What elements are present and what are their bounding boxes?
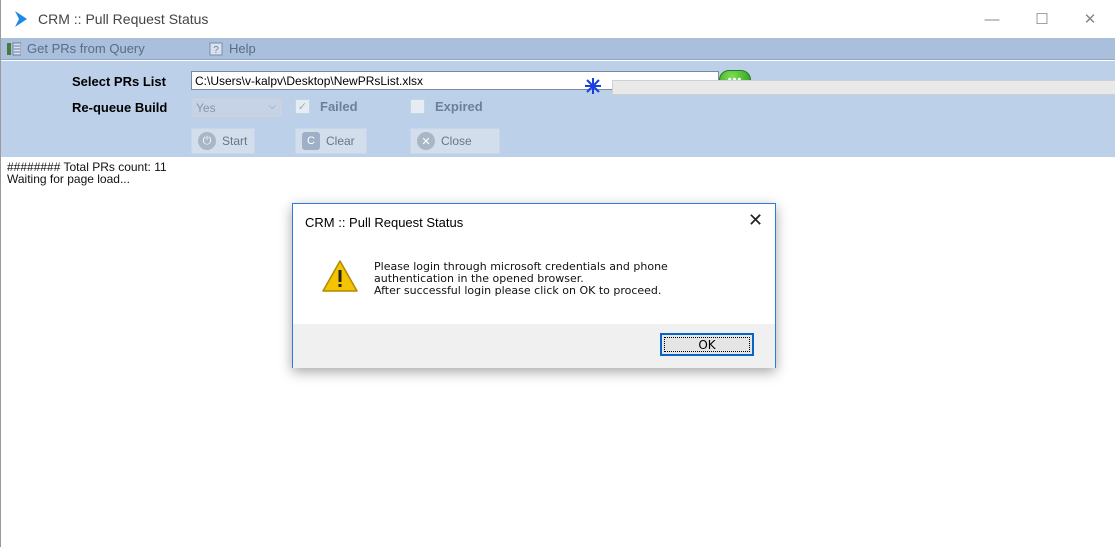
close-window-button[interactable]: ✕: [1067, 0, 1113, 38]
log-line: Waiting for page load...: [7, 172, 130, 186]
menu-item-label: Help: [229, 41, 256, 56]
menu-bar: Get PRs from Query ? Help: [1, 38, 1115, 60]
requeue-build-label: Re-queue Build: [72, 100, 168, 115]
close-button[interactable]: ✕ Close: [410, 128, 500, 154]
requeue-build-value: Yes: [196, 101, 216, 115]
loading-spinner-icon: [585, 78, 601, 94]
progress-bar: [612, 80, 1115, 95]
expired-checkbox[interactable]: [410, 99, 425, 114]
chevron-down-icon: ⌵: [268, 101, 276, 112]
clear-icon: C: [302, 132, 320, 150]
requeue-build-select[interactable]: Yes ⌵: [191, 97, 283, 118]
failed-checkbox[interactable]: ✓: [295, 99, 310, 114]
start-label: Start: [222, 134, 248, 148]
window-title: CRM :: Pull Request Status: [38, 11, 209, 27]
close-circle-icon: ✕: [417, 132, 435, 150]
ok-button[interactable]: OK: [660, 333, 754, 356]
failed-label: Failed: [320, 99, 358, 114]
select-prs-label: Select PRs List: [72, 74, 166, 89]
log-output: ######## Total PRs count: 11 Waiting for…: [7, 161, 167, 185]
clear-button[interactable]: C Clear: [295, 128, 367, 154]
minimize-button[interactable]: —: [969, 0, 1015, 38]
expired-label: Expired: [435, 99, 483, 114]
dialog-message: Please login through microsoft credentia…: [374, 261, 668, 297]
close-label: Close: [441, 134, 472, 148]
maximize-button[interactable]: ☐: [1019, 0, 1065, 38]
options-panel: Select PRs List ••• Re-queue Build Yes ⌵…: [1, 61, 1115, 157]
clear-label: Clear: [326, 134, 355, 148]
help-icon: ?: [209, 42, 223, 56]
app-window: CRM :: Pull Request Status — ☐ ✕ Get PRs…: [0, 0, 1115, 547]
menu-item-help[interactable]: ? Help: [209, 41, 256, 56]
power-icon: ⏻: [198, 132, 216, 150]
menu-item-get-prs[interactable]: Get PRs from Query: [7, 41, 145, 56]
dialog-close-button[interactable]: ✕: [748, 210, 763, 231]
list-icon: [7, 42, 21, 55]
message-dialog: CRM :: Pull Request Status ✕ Please logi…: [292, 203, 776, 368]
svg-text:?: ?: [213, 45, 219, 56]
warning-icon: [322, 260, 358, 292]
title-bar[interactable]: CRM :: Pull Request Status — ☐ ✕: [1, 0, 1115, 38]
app-logo-icon: [15, 11, 27, 27]
dialog-message-line: After successful login please click on O…: [374, 284, 662, 297]
dialog-title: CRM :: Pull Request Status: [305, 215, 464, 230]
dialog-footer: OK: [293, 324, 775, 368]
checkmark-icon: ✓: [297, 101, 308, 113]
start-button[interactable]: ⏻ Start: [191, 128, 255, 154]
menu-item-label: Get PRs from Query: [27, 41, 145, 56]
